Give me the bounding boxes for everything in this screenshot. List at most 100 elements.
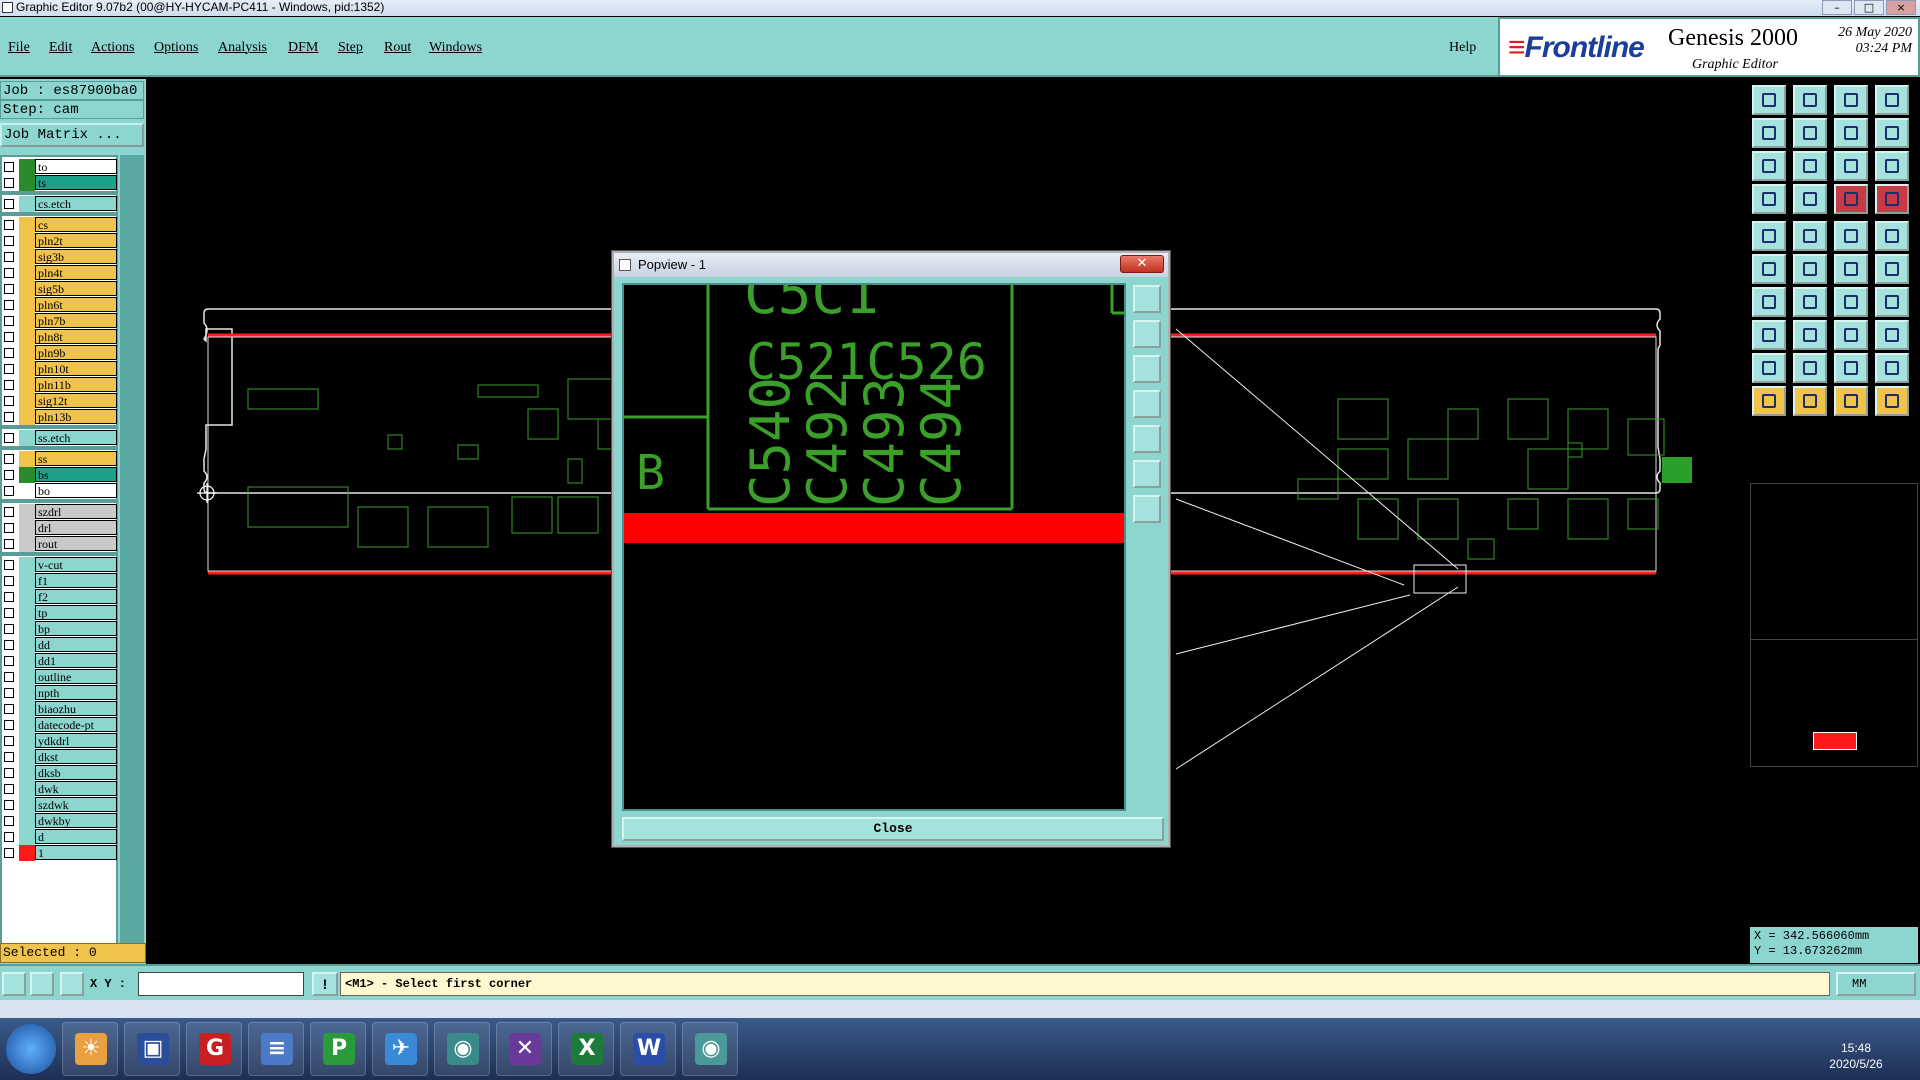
layer-name[interactable]: datecode-pt bbox=[35, 717, 117, 732]
layer-row[interactable]: sig12t bbox=[2, 393, 118, 409]
layer-color-swatch[interactable] bbox=[19, 233, 35, 249]
layer-row[interactable]: pln2t bbox=[2, 233, 118, 249]
cross-icon[interactable] bbox=[1793, 254, 1827, 284]
layer-row[interactable]: dkst bbox=[2, 749, 118, 765]
layer-row[interactable]: f2 bbox=[2, 589, 118, 605]
layer-color-swatch[interactable] bbox=[19, 573, 35, 589]
layer-name[interactable]: 1 bbox=[35, 845, 117, 860]
layer-color-swatch[interactable] bbox=[19, 589, 35, 605]
taskbar-app-save[interactable]: ▣ bbox=[124, 1022, 180, 1076]
layer-row[interactable]: szdwk bbox=[2, 797, 118, 813]
layer-checkbox[interactable] bbox=[4, 348, 14, 358]
layer-checkbox[interactable] bbox=[4, 736, 14, 746]
layer-row[interactable]: datecode-pt bbox=[2, 717, 118, 733]
layer-name[interactable]: ss bbox=[35, 451, 117, 466]
layer-checkbox[interactable] bbox=[4, 470, 14, 480]
layer-color-swatch[interactable] bbox=[19, 377, 35, 393]
layer-row[interactable]: cs.etch bbox=[2, 196, 118, 212]
layer-checkbox[interactable] bbox=[4, 752, 14, 762]
layer-checkbox[interactable] bbox=[4, 816, 14, 826]
layer-checkbox[interactable] bbox=[4, 300, 14, 310]
layer-checkbox[interactable] bbox=[4, 656, 14, 666]
layer-color-swatch[interactable] bbox=[19, 520, 35, 536]
alert-button[interactable]: ! bbox=[312, 972, 338, 996]
taskbar-app-1[interactable]: ☀ bbox=[62, 1022, 118, 1076]
layer-color-swatch[interactable] bbox=[19, 217, 35, 233]
layer-row[interactable]: pln7b bbox=[2, 313, 118, 329]
layer-row[interactable]: ss.etch bbox=[2, 430, 118, 446]
layer-row[interactable]: drl bbox=[2, 520, 118, 536]
route-icon[interactable] bbox=[1834, 184, 1868, 214]
right-icon[interactable] bbox=[1793, 118, 1827, 148]
layer-color-swatch[interactable] bbox=[19, 557, 35, 573]
pad-icon[interactable] bbox=[1752, 320, 1786, 350]
pointer-2-icon[interactable] bbox=[1793, 386, 1827, 416]
layer-name[interactable]: outline bbox=[35, 669, 117, 684]
link-icon[interactable] bbox=[1834, 254, 1868, 284]
tri-4-icon[interactable] bbox=[1875, 353, 1909, 383]
layer-color-swatch[interactable] bbox=[19, 813, 35, 829]
popview-tool-2[interactable] bbox=[1133, 320, 1161, 348]
layer-color-swatch[interactable] bbox=[19, 669, 35, 685]
menu-edit[interactable]: Edit bbox=[49, 40, 72, 56]
layer-checkbox[interactable] bbox=[4, 608, 14, 618]
curve-icon[interactable] bbox=[1834, 287, 1868, 317]
layer-checkbox[interactable] bbox=[4, 848, 14, 858]
layer-row[interactable]: ydkdrl bbox=[2, 733, 118, 749]
layer-checkbox[interactable] bbox=[4, 768, 14, 778]
layer-name[interactable]: dksb bbox=[35, 765, 117, 780]
layer-checkbox[interactable] bbox=[4, 396, 14, 406]
layer-color-swatch[interactable] bbox=[19, 451, 35, 467]
layer-checkbox[interactable] bbox=[4, 560, 14, 570]
layer-name[interactable]: dd1 bbox=[35, 653, 117, 668]
layer-row[interactable]: dwkby bbox=[2, 813, 118, 829]
layer-row[interactable]: d bbox=[2, 829, 118, 845]
measure-icon[interactable] bbox=[30, 972, 54, 996]
import-icon[interactable] bbox=[1793, 85, 1827, 115]
layer-name[interactable]: pln2t bbox=[35, 233, 117, 248]
layer-name[interactable]: tp bbox=[35, 605, 117, 620]
home-icon[interactable] bbox=[1834, 85, 1868, 115]
layer-name[interactable]: pln7b bbox=[35, 313, 117, 328]
layer-name[interactable]: pln8t bbox=[35, 329, 117, 344]
popview-tool-4[interactable] bbox=[1133, 390, 1161, 418]
layer-color-swatch[interactable] bbox=[19, 281, 35, 297]
layer-row[interactable]: bp bbox=[2, 621, 118, 637]
line-icon[interactable] bbox=[1834, 221, 1868, 251]
layer-checkbox[interactable] bbox=[4, 252, 14, 262]
layer-checkbox[interactable] bbox=[4, 800, 14, 810]
layer-row[interactable]: biaozhu bbox=[2, 701, 118, 717]
group-icon[interactable] bbox=[1875, 320, 1909, 350]
layer-checkbox[interactable] bbox=[4, 236, 14, 246]
layer-row[interactable]: npth bbox=[2, 685, 118, 701]
left-icon[interactable] bbox=[1752, 118, 1786, 148]
layer-name[interactable]: v-cut bbox=[35, 557, 117, 572]
layer-color-swatch[interactable] bbox=[19, 159, 35, 175]
layer-name[interactable]: dd bbox=[35, 637, 117, 652]
layer-row[interactable]: dd1 bbox=[2, 653, 118, 669]
help-icon[interactable] bbox=[1875, 151, 1909, 181]
minimize-button[interactable]: – bbox=[1822, 0, 1852, 15]
taskbar-app-notepad[interactable]: ≡ bbox=[248, 1022, 304, 1076]
popview-tool-5[interactable] bbox=[1133, 425, 1161, 453]
layer-color-swatch[interactable] bbox=[19, 621, 35, 637]
layer-name[interactable]: ts bbox=[35, 175, 117, 190]
snap-icon[interactable] bbox=[2, 972, 26, 996]
taskbar-app-excel[interactable]: X bbox=[558, 1022, 614, 1076]
layer-color-swatch[interactable] bbox=[19, 765, 35, 781]
layer-row[interactable]: v-cut bbox=[2, 557, 118, 573]
pointer-icon[interactable] bbox=[1752, 386, 1786, 416]
layer-checkbox[interactable] bbox=[4, 162, 14, 172]
units-selector[interactable]: MM bbox=[1836, 972, 1916, 996]
menu-dfm[interactable]: DFM bbox=[288, 40, 318, 56]
layer-name[interactable]: szdrl bbox=[35, 504, 117, 519]
layer-row[interactable]: pln11b bbox=[2, 377, 118, 393]
layer-color-swatch[interactable] bbox=[19, 685, 35, 701]
layer-name[interactable]: sig5b bbox=[35, 281, 117, 296]
layer-checkbox[interactable] bbox=[4, 784, 14, 794]
export-icon[interactable] bbox=[1752, 85, 1786, 115]
layer-color-swatch[interactable] bbox=[19, 361, 35, 377]
layer-checkbox[interactable] bbox=[4, 316, 14, 326]
link-alt-icon[interactable] bbox=[1875, 254, 1909, 284]
layer-row[interactable]: pln8t bbox=[2, 329, 118, 345]
